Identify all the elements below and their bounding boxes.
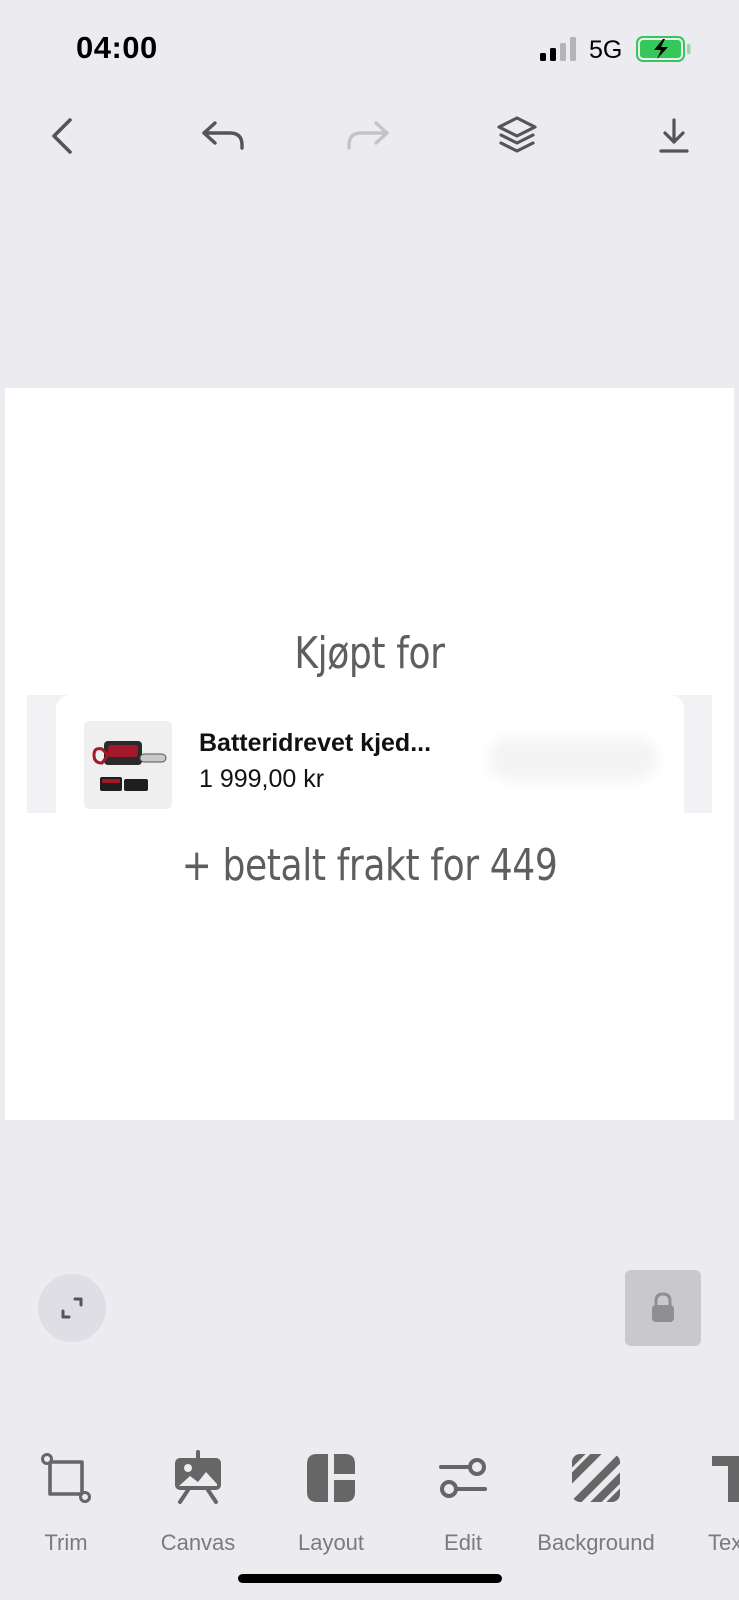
back-button[interactable] — [33, 106, 93, 166]
tool-layout-label: Layout — [297, 1530, 365, 1555]
redo-button[interactable] — [338, 106, 398, 166]
text-icon — [712, 1456, 739, 1502]
layers-icon — [497, 116, 537, 153]
chainsaw-product-image — [84, 721, 172, 809]
editing-canvas[interactable]: Kjøpt for Batteridrevet kjed... 1 999,00… — [5, 388, 734, 1120]
redo-icon — [347, 121, 389, 150]
tool-background[interactable]: Background — [531, 1440, 661, 1555]
background-stripes-icon — [572, 1454, 620, 1502]
tool-canvas-label: Canvas — [160, 1530, 236, 1555]
chevron-left-icon — [52, 118, 72, 154]
fit-to-screen-button[interactable] — [38, 1274, 106, 1342]
tool-text-label: Text — [708, 1530, 739, 1555]
tool-text[interactable]: Text — [678, 1440, 739, 1555]
tool-background-label: Background — [537, 1530, 655, 1555]
layout-icon — [307, 1454, 355, 1502]
editor-toolbar — [0, 100, 739, 170]
home-indicator[interactable] — [238, 1574, 502, 1583]
tool-canvas[interactable]: Canvas — [133, 1440, 263, 1555]
caption-top-text[interactable]: Kjøpt for — [71, 628, 669, 679]
expand-icon — [61, 1297, 83, 1319]
signal-strength-icon — [540, 37, 576, 61]
status-time: 04:00 — [76, 30, 158, 65]
download-button[interactable] — [644, 106, 704, 166]
layers-button[interactable] — [487, 106, 547, 166]
tool-edit-label: Edit — [444, 1530, 482, 1555]
undo-icon — [202, 121, 244, 150]
tool-trim-label: Trim — [44, 1530, 88, 1555]
lock-icon — [652, 1292, 674, 1322]
tool-edit[interactable]: Edit — [398, 1440, 528, 1555]
lock-button[interactable] — [625, 1270, 701, 1346]
undo-button[interactable] — [193, 106, 253, 166]
download-icon — [659, 118, 689, 153]
status-bar: 04:00 5G — [0, 0, 739, 100]
canvas-icon — [175, 1450, 221, 1504]
product-price: 1 999,00 kr — [199, 765, 325, 793]
crop-icon — [41, 1453, 91, 1503]
redacted-region — [488, 737, 658, 781]
battery-charging-icon — [636, 36, 691, 62]
product-title: Batteridrevet kjed... — [199, 729, 432, 757]
tool-trim[interactable]: Trim — [1, 1440, 131, 1555]
product-card[interactable]: Batteridrevet kjed... 1 999,00 kr — [56, 695, 684, 813]
sliders-icon — [439, 1458, 487, 1498]
network-type: 5G — [589, 36, 623, 64]
bottom-tool-bar: Trim Canvas Layout Edit Background Tex — [0, 1440, 739, 1560]
tool-layout[interactable]: Layout — [266, 1440, 396, 1555]
caption-bottom-text[interactable]: + betalt frakt for 449 — [71, 840, 669, 891]
